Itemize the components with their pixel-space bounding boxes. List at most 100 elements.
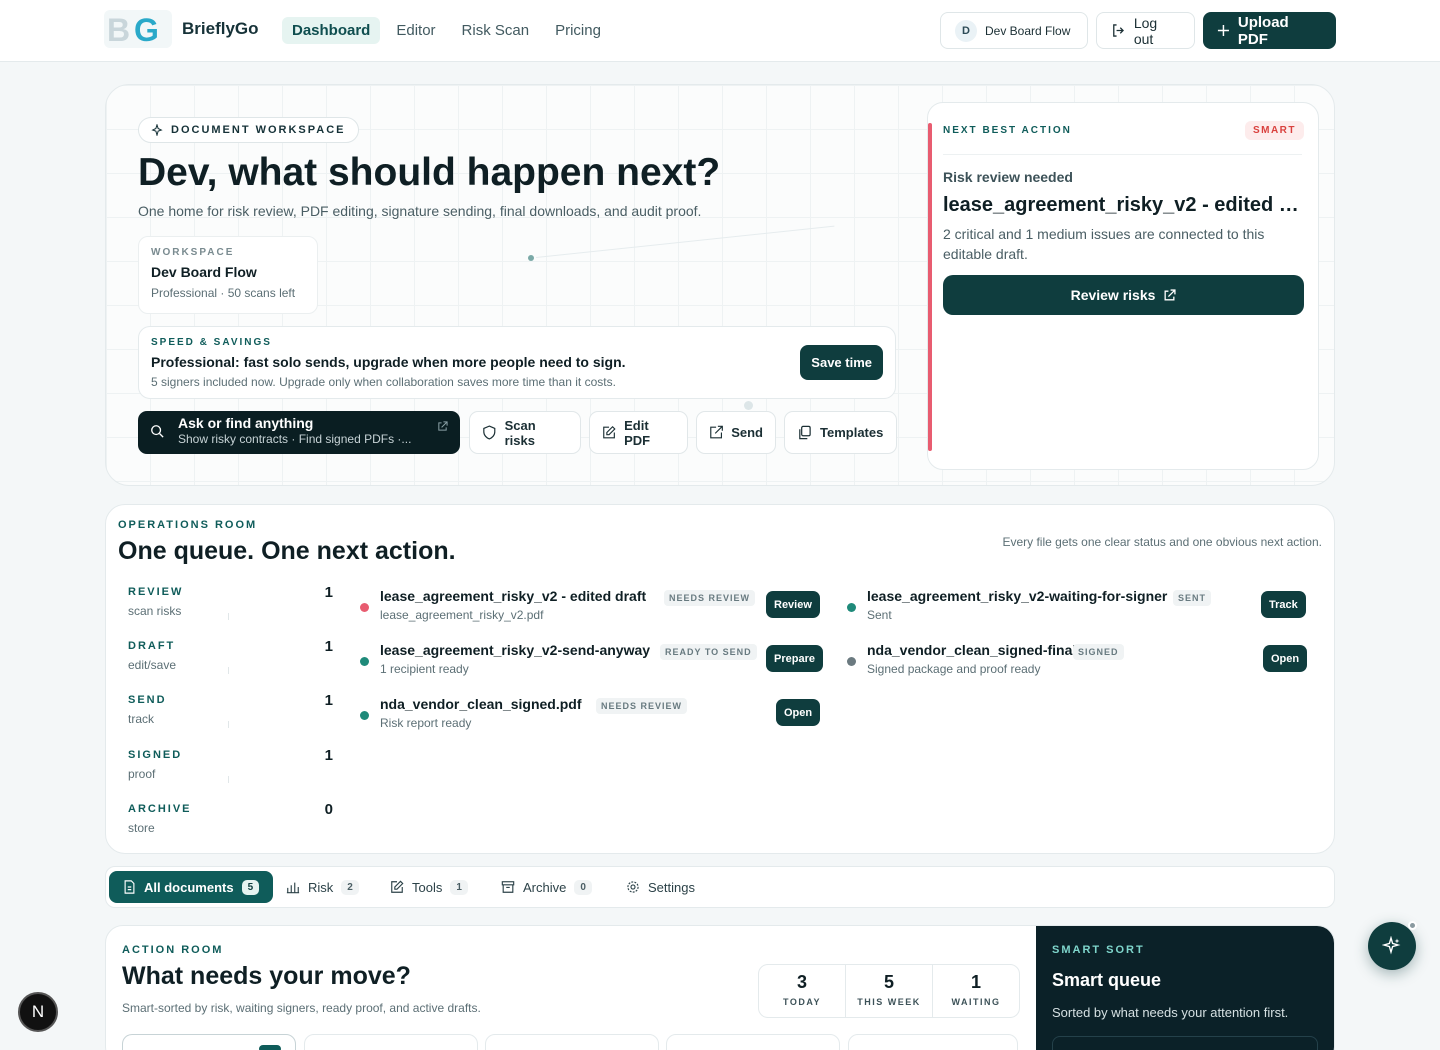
stat-this-week: 5 THIS WEEK <box>846 965 933 1017</box>
review-risks-label: Review risks <box>1070 287 1156 303</box>
ops-title: One queue. One next action. <box>118 537 456 565</box>
stage-sub: store <box>128 821 155 835</box>
stage-sub: scan risks <box>128 604 182 618</box>
action-room-sub: Smart-sorted by risk, waiting signers, r… <box>122 1001 481 1015</box>
stage-draft[interactable]: DRAFT edit/save 1 <box>128 638 333 684</box>
tab-tools[interactable]: Tools 1 <box>376 871 482 903</box>
queue-row[interactable]: nda_vendor_clean_signed-final SIGNED Sig… <box>847 642 1311 686</box>
workspace-card-meta: Professional · 50 scans left <box>151 286 296 300</box>
edit-pdf-label: Edit PDF <box>624 417 651 448</box>
hero-panel: DOCUMENT WORKSPACE Dev, what should happ… <box>105 84 1335 486</box>
scan-risks-label: Scan risks <box>504 417 536 448</box>
queue-row[interactable]: lease_agreement_risky_v2-waiting-for-sig… <box>847 588 1311 632</box>
edit-pdf-button[interactable]: Edit PDF <box>589 411 688 454</box>
tab-settings[interactable]: Settings <box>612 871 709 903</box>
row-sub: Sent <box>867 608 892 622</box>
action-card[interactable] <box>122 1034 296 1050</box>
stat-label: THIS WEEK <box>857 997 921 1007</box>
tab-archive[interactable]: Archive 0 <box>487 871 606 903</box>
templates-button[interactable]: Templates <box>784 411 897 454</box>
stage-divider <box>228 776 229 783</box>
stage-signed[interactable]: SIGNED proof 1 <box>128 747 333 793</box>
edit-icon <box>603 425 616 439</box>
nav-pricing[interactable]: Pricing <box>545 17 611 44</box>
ops-label: OPERATIONS ROOM <box>118 519 258 531</box>
upload-label: Upload PDF <box>1237 13 1289 48</box>
stat-value: 5 <box>883 972 894 992</box>
action-card[interactable] <box>666 1034 840 1050</box>
stage-name: DRAFT <box>128 640 176 652</box>
nav-editor[interactable]: Editor <box>386 17 445 44</box>
open-button[interactable]: Open <box>776 699 821 726</box>
prepare-button[interactable]: Prepare <box>766 645 823 672</box>
ai-assistant-button[interactable] <box>1368 921 1417 970</box>
stage-count: 0 <box>324 801 333 818</box>
speed-label: SPEED & SAVINGS <box>151 337 272 348</box>
nba-kicker: Risk review needed <box>943 169 1073 185</box>
queue-row[interactable]: lease_agreement_risky_v2 - edited draft … <box>360 588 824 632</box>
nav-risk-scan[interactable]: Risk Scan <box>452 17 540 44</box>
plus-icon <box>1217 24 1229 37</box>
stage-archive[interactable]: ARCHIVE store 0 <box>128 801 333 847</box>
row-sub: lease_agreement_risky_v2.pdf <box>380 608 544 622</box>
tab-label: Archive <box>523 879 567 895</box>
stat-waiting: 1 WAITING <box>933 965 1019 1017</box>
sparkle-icon <box>1382 936 1401 955</box>
scan-risks-button[interactable]: Scan risks <box>469 411 581 454</box>
ask-title: Ask or find anything <box>178 415 314 431</box>
status-badge: SENT <box>1173 590 1212 606</box>
logout-label: Log out <box>1133 14 1158 47</box>
action-card[interactable] <box>848 1034 1018 1050</box>
queue-row[interactable]: lease_agreement_risky_v2-send-anyway REA… <box>360 642 824 686</box>
action-card[interactable] <box>485 1034 659 1050</box>
save-time-button[interactable]: Save time <box>800 345 883 380</box>
tab-risk[interactable]: Risk 2 <box>272 871 373 903</box>
status-badge: READY TO SEND <box>660 644 757 660</box>
nba-description: 2 critical and 1 medium issues are conne… <box>943 226 1265 262</box>
svg-text:B: B <box>107 12 130 48</box>
tab-label: Risk <box>308 879 334 895</box>
stage-send[interactable]: SEND track 1 <box>128 692 333 738</box>
document-icon <box>124 880 135 894</box>
stage-name: REVIEW <box>128 586 184 598</box>
queue-row[interactable]: nda_vendor_clean_signed.pdf NEEDS REVIEW… <box>360 696 824 740</box>
track-button[interactable]: Track <box>1261 591 1306 618</box>
stat-value: 1 <box>970 972 981 992</box>
decorative-dot <box>528 255 534 261</box>
brand-name[interactable]: BrieflyGo <box>182 19 259 39</box>
nba-label: NEXT BEST ACTION <box>943 125 1072 136</box>
search-icon <box>151 425 164 438</box>
dev-tools-badge[interactable]: N <box>18 992 58 1032</box>
stats-summary: 3 TODAY 5 THIS WEEK 1 WAITING <box>758 964 1020 1018</box>
edit-icon <box>391 880 404 893</box>
smart-badge: SMART <box>1244 121 1304 140</box>
stage-review[interactable]: REVIEW scan risks 1 <box>128 584 333 630</box>
status-dot <box>360 657 369 666</box>
open-button[interactable]: Open <box>1263 645 1308 672</box>
smart-sort-sub: Sorted by what needs your attention firs… <box>1052 1005 1289 1020</box>
upload-pdf-button[interactable]: Upload PDF <box>1203 12 1336 49</box>
brieflygo-logo[interactable]: B G <box>104 10 172 48</box>
nav-dashboard[interactable]: Dashboard <box>282 17 381 44</box>
status-badge: NEEDS REVIEW <box>664 590 756 606</box>
workspace-card-name: Dev Board Flow <box>151 264 257 280</box>
tab-count: 2 <box>341 879 359 895</box>
stat-value: 3 <box>796 972 807 992</box>
status-badge: SIGNED <box>1073 644 1124 660</box>
ask-search-button[interactable]: Ask or find anything Show risky contract… <box>138 411 460 454</box>
logout-button[interactable]: Log out <box>1096 12 1195 49</box>
page-subtitle: One home for risk review, PDF editing, s… <box>138 203 702 219</box>
workspace-card[interactable]: WORKSPACE Dev Board Flow Professional · … <box>138 236 318 314</box>
review-risks-button[interactable]: Review risks <box>943 275 1304 315</box>
action-card[interactable] <box>304 1034 478 1050</box>
workspace-switcher[interactable]: D Dev Board Flow <box>940 12 1088 49</box>
tab-all-documents[interactable]: All documents 5 <box>109 871 274 903</box>
stage-count: 1 <box>324 692 333 709</box>
stage-sub: proof <box>128 767 156 781</box>
ops-note: Every file gets one clear status and one… <box>1002 535 1322 549</box>
smart-queue-item[interactable] <box>1052 1036 1318 1050</box>
notification-dot <box>1408 921 1417 930</box>
review-button[interactable]: Review <box>766 591 820 618</box>
main-nav: Dashboard Editor Risk Scan Pricing <box>282 17 611 44</box>
send-button[interactable]: Send <box>696 411 776 454</box>
